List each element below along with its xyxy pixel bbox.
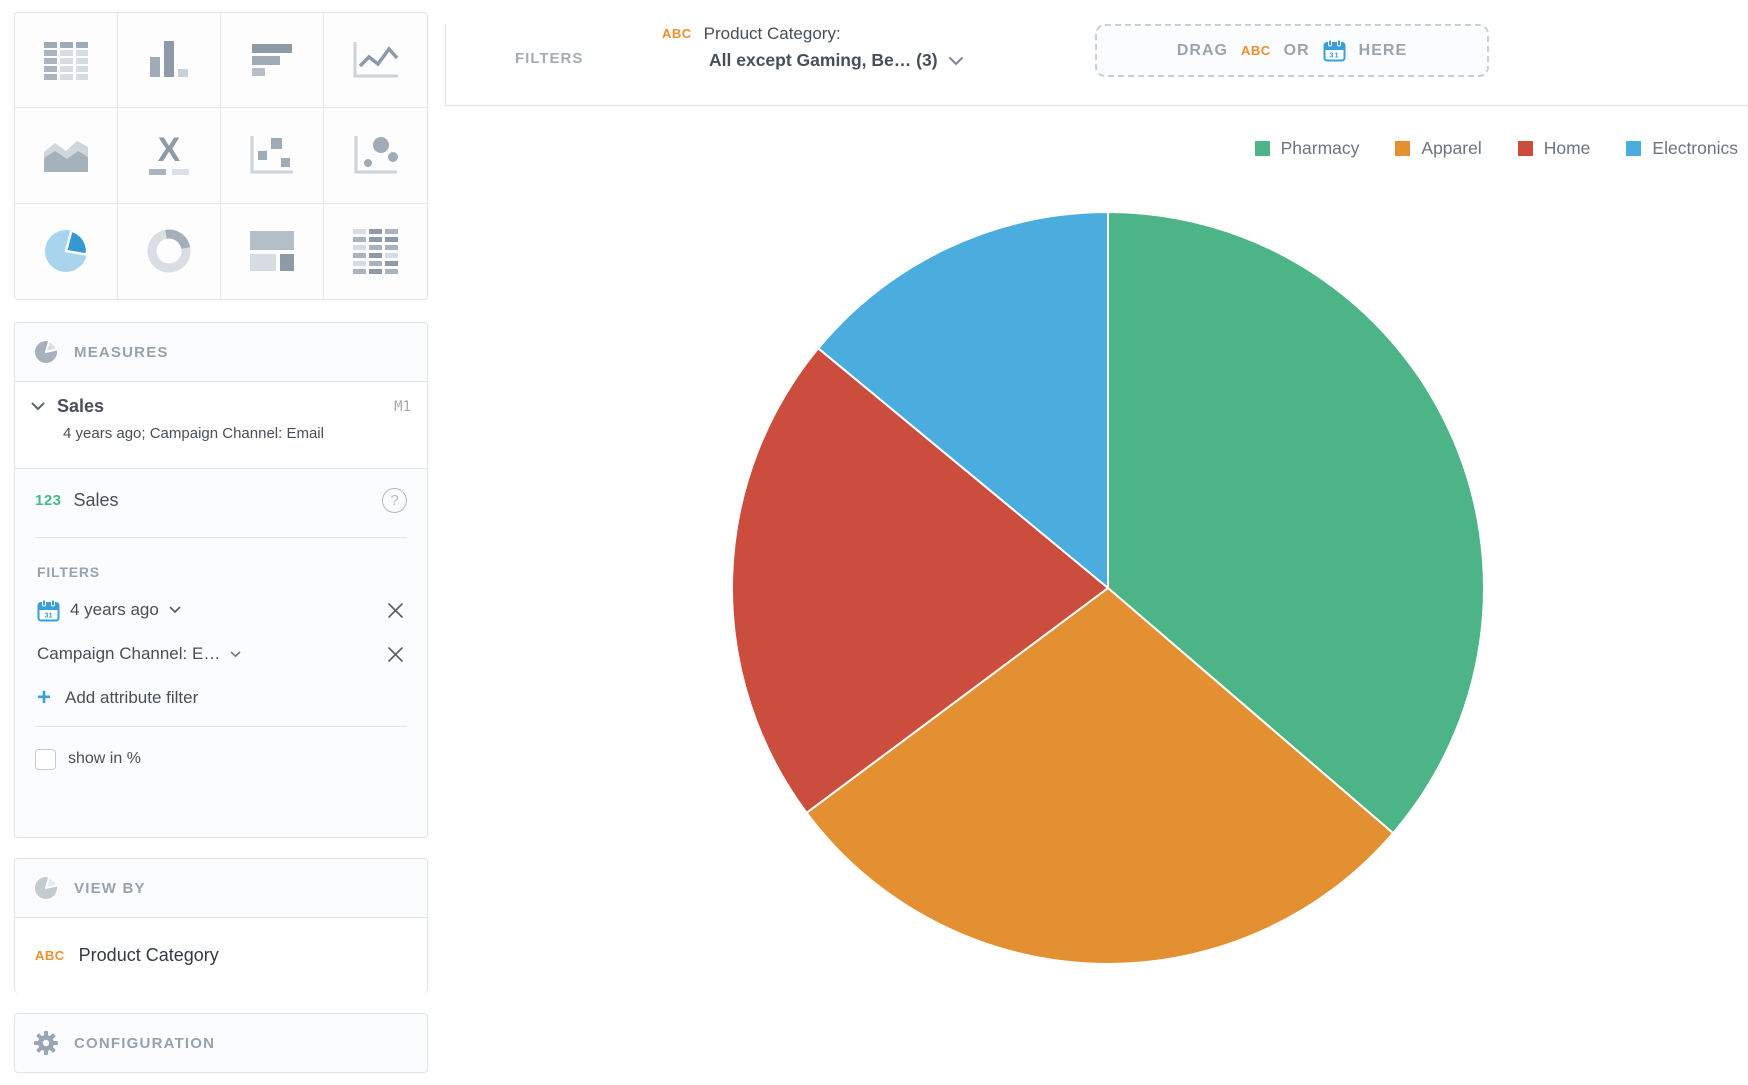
calendar-icon: 31 <box>37 599 60 622</box>
filter-attribute-value: All except Gaming, Be… (3) <box>709 50 938 71</box>
date-filter-row: 31 4 years ago <box>15 588 427 632</box>
add-attribute-filter-button[interactable]: + Add attribute filter <box>15 676 427 720</box>
chart-type-pie[interactable] <box>15 204 118 299</box>
attribute-filter[interactable]: Campaign Channel: E… <box>37 644 241 664</box>
calendar-icon: 31 <box>1323 39 1346 62</box>
filter-attribute-name: Product Category: <box>704 24 841 44</box>
numeric-type-icon: 123 <box>35 492 62 509</box>
configuration-panel: CONFIGURATION <box>14 1013 428 1073</box>
chart-type-bar[interactable] <box>221 13 324 108</box>
chevron-down-icon <box>948 56 964 66</box>
view-by-attribute-name: Product Category <box>79 945 219 966</box>
area-chart-icon <box>42 136 90 174</box>
drop-zone-drag-label: DRAG <box>1177 42 1228 60</box>
drop-zone-here-label: HERE <box>1359 42 1407 60</box>
scatter-plot-icon <box>249 134 295 176</box>
metric-row[interactable]: 123 Sales ? <box>15 469 427 531</box>
chart-type-column[interactable] <box>118 13 221 108</box>
chart-type-treemap[interactable] <box>221 204 324 299</box>
headline-x: X <box>149 135 189 165</box>
view-by-panel-header[interactable]: VIEW BY <box>15 859 427 917</box>
configuration-panel-title: CONFIGURATION <box>74 1035 215 1052</box>
chart-type-bubble[interactable] <box>324 108 427 203</box>
chevron-down-icon <box>230 651 241 658</box>
date-filter[interactable]: 31 4 years ago <box>37 599 181 622</box>
chevron-down-icon <box>169 606 181 614</box>
abc-attribute-icon: ABC <box>662 26 692 41</box>
divider <box>35 537 407 538</box>
measure-name: Sales <box>57 396 104 417</box>
view-by-panel: VIEW BY ABC Product Category <box>14 858 428 993</box>
attribute-filter-row: Campaign Channel: E… <box>15 632 427 676</box>
configuration-panel-header[interactable]: CONFIGURATION <box>15 1014 427 1072</box>
abc-attribute-icon: ABC <box>35 948 65 963</box>
chevron-down-icon <box>31 402 45 411</box>
sidebar: X <box>14 0 428 1085</box>
close-icon <box>386 601 405 620</box>
help-icon[interactable]: ? <box>382 488 407 513</box>
gear-icon <box>33 1030 59 1056</box>
metric-name: Sales <box>74 490 119 511</box>
measure-filters-title: FILTERS <box>15 544 427 588</box>
view-by-attribute-item[interactable]: ABC Product Category <box>15 917 427 993</box>
attribute-filter-label: Campaign Channel: E… <box>37 644 220 664</box>
line-chart-icon <box>352 40 400 80</box>
bubble-chart-icon <box>353 134 399 176</box>
chart-type-heatmap[interactable] <box>324 204 427 299</box>
help-glyph: ? <box>390 492 398 509</box>
add-attribute-filter-label: Add attribute filter <box>65 688 198 708</box>
measure-detail: 4 years ago; Campaign Channel: Email <box>63 425 411 442</box>
chart-type-table[interactable] <box>15 13 118 108</box>
drop-zone-or-label: OR <box>1284 42 1310 60</box>
remove-attribute-filter-button[interactable] <box>386 645 405 664</box>
measures-panel-title: MEASURES <box>74 344 169 361</box>
bar-chart-icon <box>250 41 294 79</box>
headline-icon: X <box>149 135 189 175</box>
product-category-filter-chip[interactable]: ABC Product Category: All except Gaming,… <box>662 24 964 71</box>
measure-item-sales[interactable]: Sales M1 4 years ago; Campaign Channel: … <box>15 381 427 469</box>
filter-drop-zone[interactable]: DRAG ABC OR 31 HERE <box>1095 24 1489 77</box>
analytical-designer: X <box>0 0 1748 1085</box>
show-in-percent-toggle[interactable]: show in % <box>15 733 427 785</box>
show-in-percent-checkbox[interactable] <box>35 749 56 770</box>
chart-type-selector: X <box>14 12 428 300</box>
chart-type-scatter[interactable] <box>221 108 324 203</box>
divider <box>35 726 407 727</box>
chart-type-area[interactable] <box>15 108 118 203</box>
abc-attribute-icon: ABC <box>1241 43 1271 58</box>
pie-chart <box>445 106 1748 1085</box>
treemap-icon <box>249 230 295 272</box>
chart-type-line[interactable] <box>324 13 427 108</box>
measure-tag: M1 <box>394 399 411 415</box>
show-in-percent-label: show in % <box>68 750 141 768</box>
measures-panel-header[interactable]: MEASURES <box>15 323 427 381</box>
table-icon <box>43 40 89 80</box>
measures-bucket-icon <box>33 339 59 365</box>
pie-chart-icon-selected <box>42 227 90 275</box>
donut-chart-icon <box>145 227 193 275</box>
filter-bar-left-border <box>445 24 446 105</box>
measures-panel: MEASURES Sales M1 4 years ago; Campaign … <box>14 322 428 838</box>
filter-bar-label: FILTERS <box>515 50 583 67</box>
svg-text:31: 31 <box>1329 51 1339 60</box>
close-icon <box>386 645 405 664</box>
heatmap-icon <box>353 229 398 274</box>
svg-text:31: 31 <box>44 610 52 619</box>
plus-icon: + <box>37 689 51 707</box>
remove-date-filter-button[interactable] <box>386 601 405 620</box>
date-filter-label: 4 years ago <box>70 600 159 620</box>
chart-type-donut[interactable] <box>118 204 221 299</box>
view-by-panel-title: VIEW BY <box>74 880 146 897</box>
chart-area: PharmacyApparelHomeElectronics <box>445 106 1748 1085</box>
column-chart-icon <box>147 39 191 81</box>
chart-type-headline[interactable]: X <box>118 108 221 203</box>
filter-bar: FILTERS ABC Product Category: All except… <box>445 0 1748 106</box>
view-by-bucket-icon <box>33 875 59 901</box>
